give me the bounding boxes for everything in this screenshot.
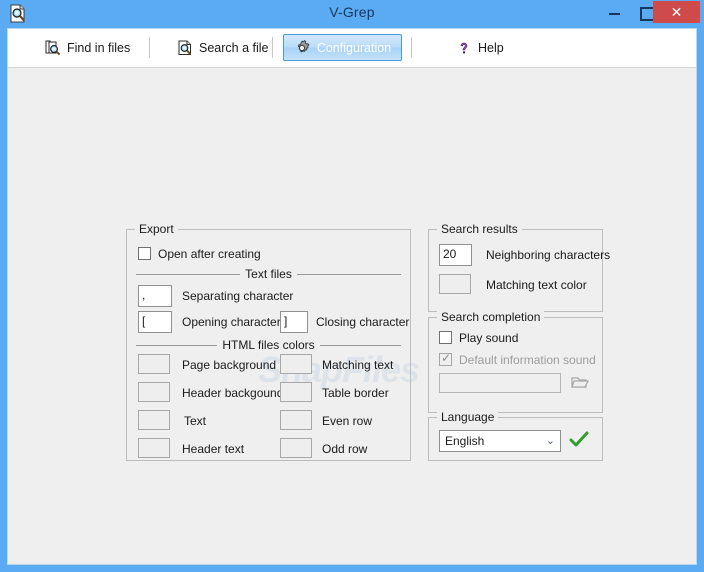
- label-neighboring-characters: Neighboring characters: [486, 248, 611, 262]
- input-closing-character[interactable]: ]: [280, 311, 308, 333]
- toolbar: Find in files Search a file Configuratio…: [8, 29, 696, 68]
- minimize-icon: [609, 13, 620, 15]
- label-default-information-sound: Default information sound: [459, 353, 596, 367]
- color-swatch-matching-text-color[interactable]: [439, 274, 471, 294]
- language-select-value: English: [445, 434, 485, 448]
- label-open-after-creating: Open after creating: [158, 247, 261, 261]
- open-folder-icon: [571, 377, 590, 388]
- group-search-completion: Search completion Play sound ✓ Default i…: [428, 310, 603, 413]
- color-swatch-table-border[interactable]: [280, 382, 312, 402]
- client-area: Find in files Search a file Configuratio…: [7, 28, 697, 565]
- label-header-text: Header text: [182, 442, 245, 456]
- section-label-html-files-colors: HTML files colors: [217, 338, 320, 352]
- apply-language-button[interactable]: [569, 431, 589, 449]
- section-label-text-files: Text files: [240, 267, 297, 281]
- find-in-files-icon: [45, 40, 61, 55]
- label-header-background: Header backgound: [182, 386, 284, 400]
- chevron-down-icon: ⌄: [545, 435, 555, 447]
- color-swatch-header-background[interactable]: [138, 382, 170, 402]
- label-page-background: Page background: [182, 358, 277, 372]
- green-check-icon: [569, 431, 589, 447]
- group-title-language: Language: [437, 410, 499, 424]
- label-matching-text: Matching text: [322, 358, 394, 372]
- group-search-results: Search results 20 Neighboring characters…: [428, 222, 610, 312]
- toolbar-item-label: Help: [478, 40, 504, 55]
- gear-icon: [297, 39, 310, 52]
- toolbar-item-label: Configuration: [316, 40, 392, 55]
- label-separating-character: Separating character: [182, 289, 294, 303]
- toolbar-item-find-in-files[interactable]: Find in files: [37, 34, 138, 61]
- section-text-files: Text files: [136, 267, 401, 281]
- group-title-export: Export: [135, 222, 178, 236]
- checkbox-play-sound[interactable]: [439, 331, 452, 344]
- toolbar-separator: [411, 37, 412, 58]
- close-icon: ✕: [670, 3, 683, 20]
- group-title-search-results: Search results: [437, 222, 522, 236]
- group-export: Export Open after creating Text files , …: [126, 222, 411, 461]
- color-swatch-page-background[interactable]: [138, 354, 170, 374]
- checkbox-default-information-sound: ✓: [439, 351, 452, 366]
- close-button[interactable]: ✕: [653, 1, 700, 23]
- browse-sound-file-button: [569, 372, 591, 392]
- toolbar-separator: [272, 37, 273, 58]
- label-odd-row: Odd row: [322, 442, 368, 456]
- label-matching-text-color: Matching text color: [486, 278, 587, 292]
- checkbox-open-after-creating[interactable]: [138, 247, 151, 260]
- input-sound-file: [439, 373, 561, 393]
- color-swatch-even-row[interactable]: [280, 410, 312, 430]
- section-html-files-colors: HTML files colors: [136, 338, 401, 352]
- group-title-search-completion: Search completion: [437, 310, 545, 324]
- toolbar-item-configuration[interactable]: Configuration: [283, 34, 402, 61]
- color-swatch-text[interactable]: [138, 410, 170, 430]
- input-neighboring-characters[interactable]: 20: [439, 244, 472, 266]
- label-opening-character: Opening character: [182, 315, 281, 329]
- label-play-sound: Play sound: [459, 331, 519, 345]
- toolbar-separator: [149, 37, 150, 58]
- input-opening-character[interactable]: [: [138, 311, 172, 333]
- color-swatch-odd-row[interactable]: [280, 438, 312, 458]
- minimize-button[interactable]: [598, 0, 630, 23]
- check-mark-icon: ✓: [441, 351, 452, 365]
- label-table-border: Table border: [322, 386, 389, 400]
- toolbar-item-label: Find in files: [67, 40, 131, 55]
- language-select[interactable]: English ⌄: [439, 430, 561, 452]
- question-mark-icon: [460, 42, 468, 53]
- color-swatch-header-text[interactable]: [138, 438, 170, 458]
- group-language: Language English ⌄: [428, 410, 603, 461]
- input-separating-character[interactable]: ,: [138, 285, 172, 307]
- title-bar: V-Grep ✕: [0, 0, 704, 28]
- application-window: V-Grep ✕ Find in files Search a file Con…: [0, 0, 704, 572]
- label-closing-character: Closing character: [316, 315, 410, 329]
- label-even-row: Even row: [322, 414, 373, 428]
- label-text: Text: [184, 414, 207, 428]
- toolbar-item-search-a-file[interactable]: Search a file: [169, 34, 276, 61]
- toolbar-item-help[interactable]: Help: [448, 34, 512, 61]
- color-swatch-matching-text[interactable]: [280, 354, 312, 374]
- search-file-icon: [178, 40, 192, 55]
- toolbar-item-label: Search a file: [199, 40, 269, 55]
